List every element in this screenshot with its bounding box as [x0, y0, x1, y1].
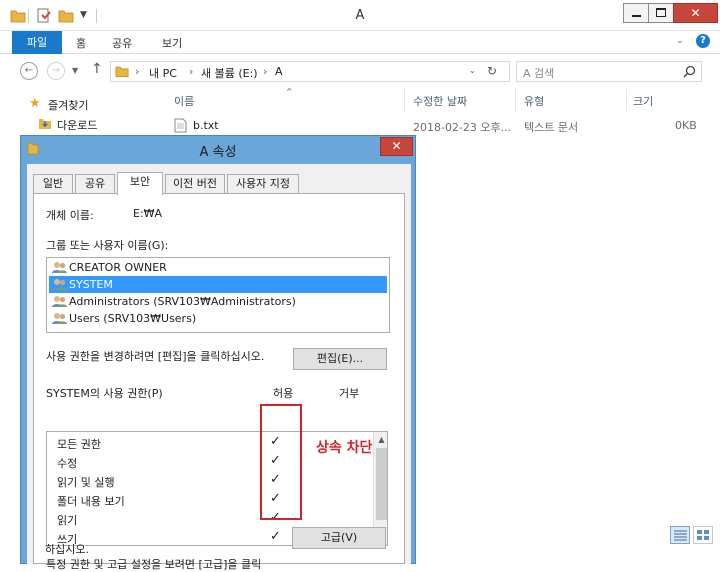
forward-button[interactable]: → — [47, 62, 65, 80]
allow-header: 허용 — [273, 387, 294, 400]
deny-header: 거부 — [339, 387, 360, 400]
ribbon-tab-file[interactable]: 파일 — [12, 31, 62, 54]
properties-icon[interactable] — [36, 8, 52, 24]
nav-item-favorites[interactable]: 즐겨찾기 — [48, 97, 88, 113]
users-icon — [52, 296, 67, 307]
address-bar[interactable]: › 내 PC › 새 볼륨 (E:) › A ⌄ ↻ — [110, 61, 510, 82]
check-icon: ✓ — [270, 529, 281, 544]
tab-previous-versions[interactable]: 이전 버전 — [165, 174, 225, 194]
dialog-close-button[interactable]: ✕ — [380, 137, 413, 156]
star-icon: ★ — [29, 96, 41, 111]
window-title: A — [355, 8, 365, 23]
large-icons-view-button[interactable] — [693, 526, 713, 544]
user-list[interactable]: CREATOR OWNER SYSTEM Administrators (SRV… — [46, 257, 390, 333]
address-row: ← → ▼ ↑ › 내 PC › 새 볼륨 (E:) › A ⌄ ↻ A 검색 — [0, 55, 720, 87]
scroll-up-icon[interactable]: ▲ — [376, 433, 387, 446]
folder-icon — [10, 10, 26, 23]
user-item-selected[interactable]: SYSTEM — [49, 276, 387, 293]
close-button[interactable]: ✕ — [673, 3, 718, 23]
downloads-icon — [39, 119, 51, 129]
chevron-right-icon: › — [189, 65, 194, 78]
user-item[interactable]: Administrators (SRV103₩Administrators) — [49, 293, 387, 310]
search-box[interactable]: A 검색 — [516, 61, 702, 82]
large-icons-view-icon — [697, 530, 709, 540]
object-name-label: 개체 이름: — [46, 209, 94, 222]
file-modified: 2018-02-23 오후... — [413, 121, 512, 134]
file-row[interactable]: b.txt 2018-02-23 오후... 텍스트 문서 0KB — [158, 116, 720, 136]
permission-row: 읽기 ✓ — [57, 510, 281, 527]
column-name[interactable]: 이름 — [174, 93, 194, 109]
folder-icon — [27, 142, 39, 155]
advanced-button[interactable]: 고급(V) — [292, 527, 386, 549]
tab-sharing[interactable]: 공유 — [75, 174, 115, 194]
users-icon — [52, 279, 67, 290]
file-name: b.txt — [193, 119, 219, 132]
column-type[interactable]: 유형 — [524, 93, 544, 109]
ribbon-tabs: 파일 홈 공유 보기 ⌄ ? — [0, 31, 720, 54]
sort-ascending-icon: ^ — [286, 87, 293, 96]
address-segment[interactable]: 내 PC — [149, 65, 177, 81]
file-list-header: ^ 이름 수정한 날짜 유형 크기 — [158, 87, 720, 111]
edit-button[interactable]: 편집(E)... — [293, 348, 387, 370]
users-icon — [52, 262, 67, 273]
text-file-icon — [174, 118, 187, 133]
customize-qa-icon[interactable]: ▼ — [80, 10, 87, 26]
security-panel: 개체 이름: E:₩A 그룹 또는 사용자 이름(G): CREATOR OWN… — [33, 193, 405, 571]
ribbon-tab-share[interactable]: 공유 — [112, 35, 132, 51]
address-history-icon[interactable]: ⌄ — [469, 66, 476, 75]
close-icon: ✕ — [391, 139, 402, 153]
object-name-value: E:₩A — [133, 207, 163, 220]
dialog-tabs: 일반 공유 보안 이전 버전 사용자 지정 — [33, 172, 405, 195]
user-item[interactable]: Users (SRV103₩Users) — [49, 310, 387, 327]
explorer-titlebar: ▼ A ✕ — [0, 0, 720, 31]
edit-hint: 사용 권한을 변경하려면 [편집]을 클릭하십시오. — [46, 350, 265, 363]
column-size[interactable]: 크기 — [633, 93, 653, 109]
file-type: 텍스트 문서 — [524, 121, 579, 134]
tab-customize[interactable]: 사용자 지정 — [227, 174, 299, 194]
file-size: 0KB — [675, 119, 697, 132]
users-icon — [52, 313, 67, 324]
chevron-right-icon: › — [263, 65, 268, 78]
expand-ribbon-icon[interactable]: ⌄ — [676, 36, 684, 46]
annotation-highlight-box — [260, 404, 302, 520]
details-view-button[interactable] — [670, 526, 690, 544]
new-folder-icon[interactable] — [58, 8, 74, 24]
tab-security[interactable]: 보안 — [117, 172, 163, 195]
dialog-title: A 속성 — [199, 145, 237, 160]
nav-item-downloads[interactable]: 다운로드 — [57, 117, 97, 133]
dialog-titlebar[interactable]: A 속성 ✕ — [21, 136, 415, 160]
back-button[interactable]: ← — [20, 62, 38, 80]
close-icon: ✕ — [690, 6, 701, 20]
scroll-thumb[interactable] — [376, 448, 387, 520]
permission-row: 읽기 및 실행 ✓ — [57, 472, 281, 489]
user-item[interactable]: CREATOR OWNER — [49, 259, 387, 276]
chevron-right-icon: › — [135, 65, 140, 78]
advanced-hint: 특정 권한 및 고급 설정을 보려면 [고급]을 클릭 — [46, 558, 262, 571]
help-icon[interactable]: ? — [696, 34, 710, 48]
ribbon-tab-home[interactable]: 홈 — [76, 35, 86, 51]
address-segment[interactable]: 새 볼륨 (E:) — [201, 65, 258, 81]
column-modified[interactable]: 수정한 날짜 — [413, 93, 467, 109]
up-button[interactable]: ↑ — [91, 61, 103, 77]
maximize-button[interactable] — [648, 3, 674, 23]
tab-general[interactable]: 일반 — [33, 174, 73, 194]
annotation-label: 상속 차단 — [316, 440, 373, 456]
permissions-label: SYSTEM의 사용 권한(P) — [46, 387, 163, 400]
advanced-hint-continued: 하십시오. — [45, 543, 89, 556]
dialog-body: 일반 공유 보안 이전 버전 사용자 지정 개체 이름: E:₩A 그룹 또는 … — [27, 164, 411, 571]
search-input[interactable]: A 검색 — [523, 65, 554, 81]
recent-locations-icon[interactable]: ▼ — [72, 66, 78, 75]
address-segment[interactable]: A — [275, 65, 283, 78]
permission-row: 폴더 내용 보기 ✓ — [57, 491, 281, 508]
ribbon-tab-view[interactable]: 보기 — [162, 35, 182, 51]
details-view-icon — [674, 530, 687, 541]
minimize-button[interactable] — [623, 3, 649, 23]
group-user-label: 그룹 또는 사용자 이름(G): — [46, 239, 169, 252]
search-icon[interactable] — [683, 65, 696, 78]
folder-icon — [115, 66, 129, 78]
refresh-icon[interactable]: ↻ — [487, 64, 497, 78]
properties-dialog: A 속성 ✕ 일반 공유 보안 이전 버전 사용자 지정 개체 이름: E:₩A… — [20, 135, 416, 571]
